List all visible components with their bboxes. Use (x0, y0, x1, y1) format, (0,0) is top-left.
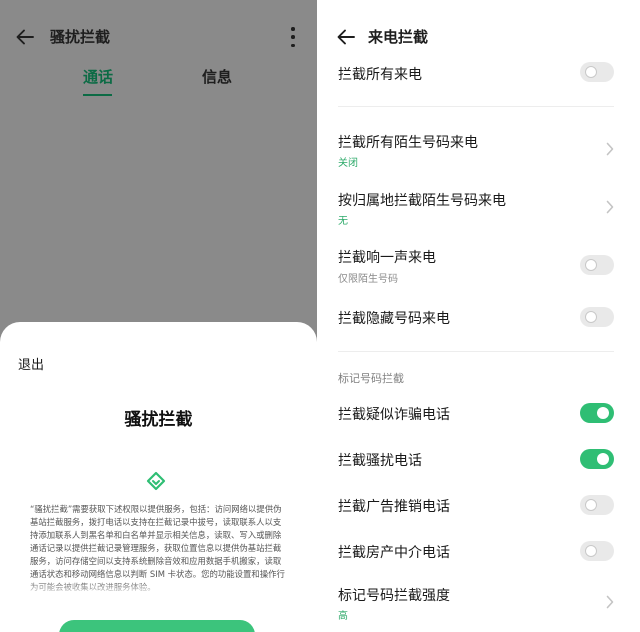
tab-calls[interactable]: 通话 (83, 66, 113, 87)
block-all-calls-label: 拦截所有来电 (338, 67, 422, 83)
block-unknown-calls-label[interactable]: 拦截所有陌生号码来电 (338, 132, 478, 152)
block-strength-value: 高 (338, 611, 348, 622)
block-harassment-toggle[interactable] (580, 449, 614, 469)
dialog-title: 骚扰拦截 (124, 410, 193, 430)
chevron-right-icon[interactable] (606, 595, 614, 609)
block-fraud-label: 拦截疑似诈骗电话 (338, 407, 450, 423)
shield-link-icon (146, 471, 166, 491)
block-realestate-label: 拦截房产中介电话 (338, 545, 450, 561)
chevron-right-icon[interactable] (606, 142, 614, 156)
block-harassment-label: 拦截骚扰电话 (338, 453, 422, 469)
block-ads-toggle[interactable] (580, 495, 614, 515)
tab-messages[interactable]: 信息 (202, 66, 232, 87)
agree-button[interactable] (59, 620, 255, 632)
divider (338, 351, 614, 352)
block-all-calls-toggle[interactable] (580, 62, 614, 82)
block-by-region-label[interactable]: 按归属地拦截陌生号码来电 (338, 190, 506, 210)
back-arrow-icon[interactable] (335, 26, 357, 48)
text-fade (30, 580, 288, 598)
block-one-ring-note: 仅限陌生号码 (338, 274, 398, 285)
block-one-ring-label: 拦截响一声来电 (338, 250, 436, 266)
page-title: 骚扰拦截 (50, 28, 111, 46)
block-by-region-status: 无 (338, 216, 348, 227)
block-realestate-toggle[interactable] (580, 541, 614, 561)
block-hidden-number-toggle[interactable] (580, 307, 614, 327)
page-title: 来电拦截 (368, 28, 429, 46)
block-ads-label: 拦截广告推销电话 (338, 499, 450, 515)
harassment-block-screen: 骚扰拦截 通话 信息 退出 骚扰拦截 “骚扰拦截”需要获取下述权限以提供服务，包… (0, 0, 317, 632)
section-header-marked: 标记号码拦截 (338, 372, 404, 385)
permission-dialog: 退出 骚扰拦截 “骚扰拦截”需要获取下述权限以提供服务，包括：访问网络以提供伪基… (0, 322, 317, 632)
block-unknown-calls-status: 关闭 (338, 158, 358, 169)
block-hidden-number-label: 拦截隐藏号码来电 (338, 311, 450, 327)
call-block-settings-screen: 来电拦截 拦截所有来电 拦截所有陌生号码来电 关闭 按归属地拦截陌生号码来电 无… (318, 0, 640, 632)
active-tab-indicator (83, 94, 112, 96)
back-arrow-icon[interactable] (14, 26, 36, 48)
exit-button[interactable]: 退出 (18, 354, 44, 373)
divider (338, 106, 614, 107)
more-options-icon[interactable] (286, 27, 300, 47)
top-bar: 骚扰拦截 (0, 0, 317, 72)
block-strength-label[interactable]: 标记号码拦截强度 (338, 585, 450, 605)
block-one-ring-toggle[interactable] (580, 255, 614, 275)
block-fraud-toggle[interactable] (580, 403, 614, 423)
chevron-right-icon[interactable] (606, 200, 614, 214)
